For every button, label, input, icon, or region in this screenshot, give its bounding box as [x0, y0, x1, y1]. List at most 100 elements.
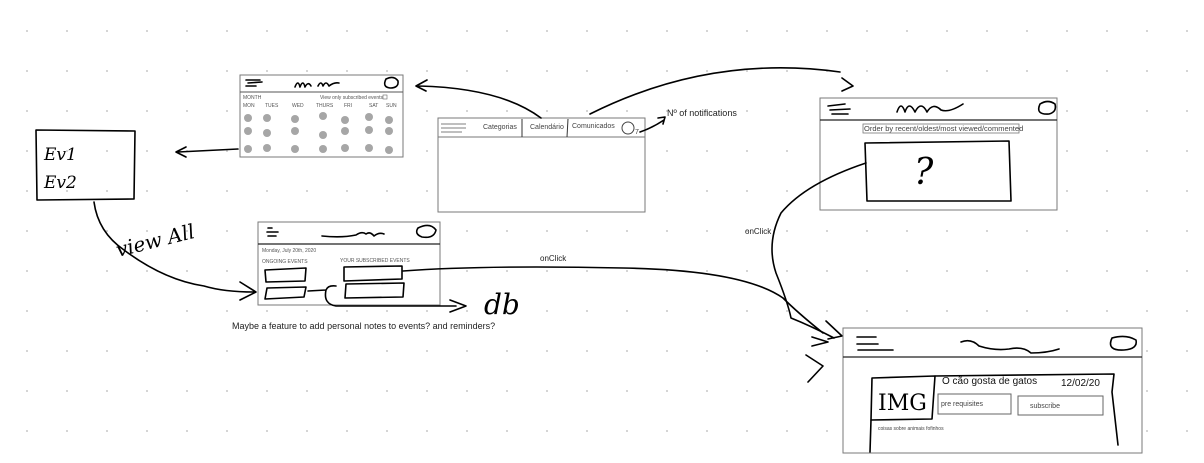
grid-dot	[1026, 30, 1028, 32]
grid-dot	[66, 390, 68, 392]
day-header: WED	[292, 103, 304, 109]
grid-dot	[986, 230, 988, 232]
day-header: TUES	[265, 103, 279, 109]
calendar-day-cell[interactable]	[319, 112, 327, 120]
day-header: SUN	[386, 103, 397, 109]
calendar-day-cell[interactable]	[244, 145, 252, 153]
grid-dot	[306, 30, 308, 32]
grid-dot	[266, 30, 268, 32]
grid-dot	[1186, 270, 1188, 272]
calendar-day-cell[interactable]	[319, 131, 327, 139]
grid-dot	[786, 270, 788, 272]
grid-dot	[506, 270, 508, 272]
event-date: 12/02/20	[1061, 378, 1100, 389]
calendar-day-cell[interactable]	[319, 145, 327, 153]
grid-dot	[546, 70, 548, 72]
calendar-day-cell[interactable]	[341, 144, 349, 152]
grid-dot	[586, 310, 588, 312]
grid-dot	[626, 110, 628, 112]
grid-dot	[546, 350, 548, 352]
calendar-day-cell[interactable]	[385, 127, 393, 135]
grid-dot	[1146, 150, 1148, 152]
grid-dot	[1186, 390, 1188, 392]
subscribed-filter-label: View only subscribed events	[320, 95, 383, 101]
calendar-day-cell[interactable]	[263, 144, 271, 152]
grid-dot	[186, 70, 188, 72]
grid-dot	[386, 430, 388, 432]
grid-dot	[106, 70, 108, 72]
grid-dot	[186, 190, 188, 192]
calendar-day-cell[interactable]	[291, 115, 299, 123]
image-placeholder-label: IMG	[878, 391, 927, 416]
grid-dot	[426, 350, 428, 352]
grid-dot	[186, 30, 188, 32]
subscribe-button-label: subscribe	[1030, 403, 1060, 410]
tab-comunicados[interactable]: Comunicados	[572, 123, 615, 130]
event-item-1[interactable]: Ev1	[43, 145, 77, 165]
grid-dot	[66, 70, 68, 72]
grid-dot	[626, 270, 628, 272]
calendar-day-cell[interactable]	[385, 116, 393, 124]
grid-dot	[426, 190, 428, 192]
grid-dot	[266, 350, 268, 352]
tab-calendario[interactable]: Calendário	[530, 124, 564, 131]
calendar-day-cell[interactable]	[263, 129, 271, 137]
grid-dot	[146, 30, 148, 32]
grid-dot	[1066, 30, 1068, 32]
calendar-day-cell[interactable]	[291, 127, 299, 135]
calendar-day-cell[interactable]	[291, 145, 299, 153]
grid-dot	[386, 310, 388, 312]
grid-dot	[1186, 190, 1188, 192]
day-header: SAT	[369, 103, 378, 109]
grid-dot	[1106, 230, 1108, 232]
day-header: FRI	[344, 103, 352, 109]
grid-dot	[226, 350, 228, 352]
tab-categorias[interactable]: Categorias	[483, 124, 517, 131]
announcements-list-mockup: Order by recent/oldest/most viewed/comme…	[819, 97, 1058, 211]
grid-dot	[946, 230, 948, 232]
grid-dot	[786, 310, 788, 312]
calendar-day-cell[interactable]	[341, 116, 349, 124]
grid-dot	[1066, 110, 1068, 112]
grid-dot	[706, 230, 708, 232]
grid-dot	[186, 270, 188, 272]
calendar-day-cell[interactable]	[341, 127, 349, 135]
grid-dot	[826, 230, 828, 232]
grid-dot	[986, 310, 988, 312]
grid-dot	[746, 110, 748, 112]
arrow-subscribed-to-event	[402, 266, 829, 347]
grid-dot	[466, 310, 468, 312]
grid-dot	[146, 350, 148, 352]
calendar-day-cell[interactable]	[365, 113, 373, 121]
grid-dot	[1146, 110, 1148, 112]
grid-dot	[786, 230, 788, 232]
grid-dot	[426, 430, 428, 432]
calendar-day-cell[interactable]	[244, 127, 252, 135]
calendar-day-cell[interactable]	[365, 144, 373, 152]
grid-dot	[786, 110, 788, 112]
grid-dot	[1186, 110, 1188, 112]
grid-dot	[826, 310, 828, 312]
grid-dot	[26, 430, 28, 432]
grid-dot	[466, 350, 468, 352]
grid-dot	[106, 110, 108, 112]
calendar-day-cell[interactable]	[385, 146, 393, 154]
onclick-label-2: onClick	[745, 227, 772, 236]
grid-dot	[146, 310, 148, 312]
calendar-day-cell[interactable]	[365, 126, 373, 134]
event-item-2[interactable]: Ev2	[43, 173, 77, 193]
calendar-day-cell[interactable]	[263, 114, 271, 122]
grid-dot	[866, 70, 868, 72]
grid-dot	[1186, 150, 1188, 152]
grid-dot	[586, 70, 588, 72]
unknown-content-mark: ?	[914, 152, 934, 193]
grid-dot	[786, 390, 788, 392]
grid-dot	[546, 310, 548, 312]
calendar-day-cell[interactable]	[244, 114, 252, 122]
grid-dot	[546, 110, 548, 112]
grid-dot	[306, 190, 308, 192]
event-title: O cão gosta de gatos	[942, 376, 1037, 387]
grid-dot	[746, 350, 748, 352]
grid-dot	[106, 150, 108, 152]
grid-dot	[866, 270, 868, 272]
